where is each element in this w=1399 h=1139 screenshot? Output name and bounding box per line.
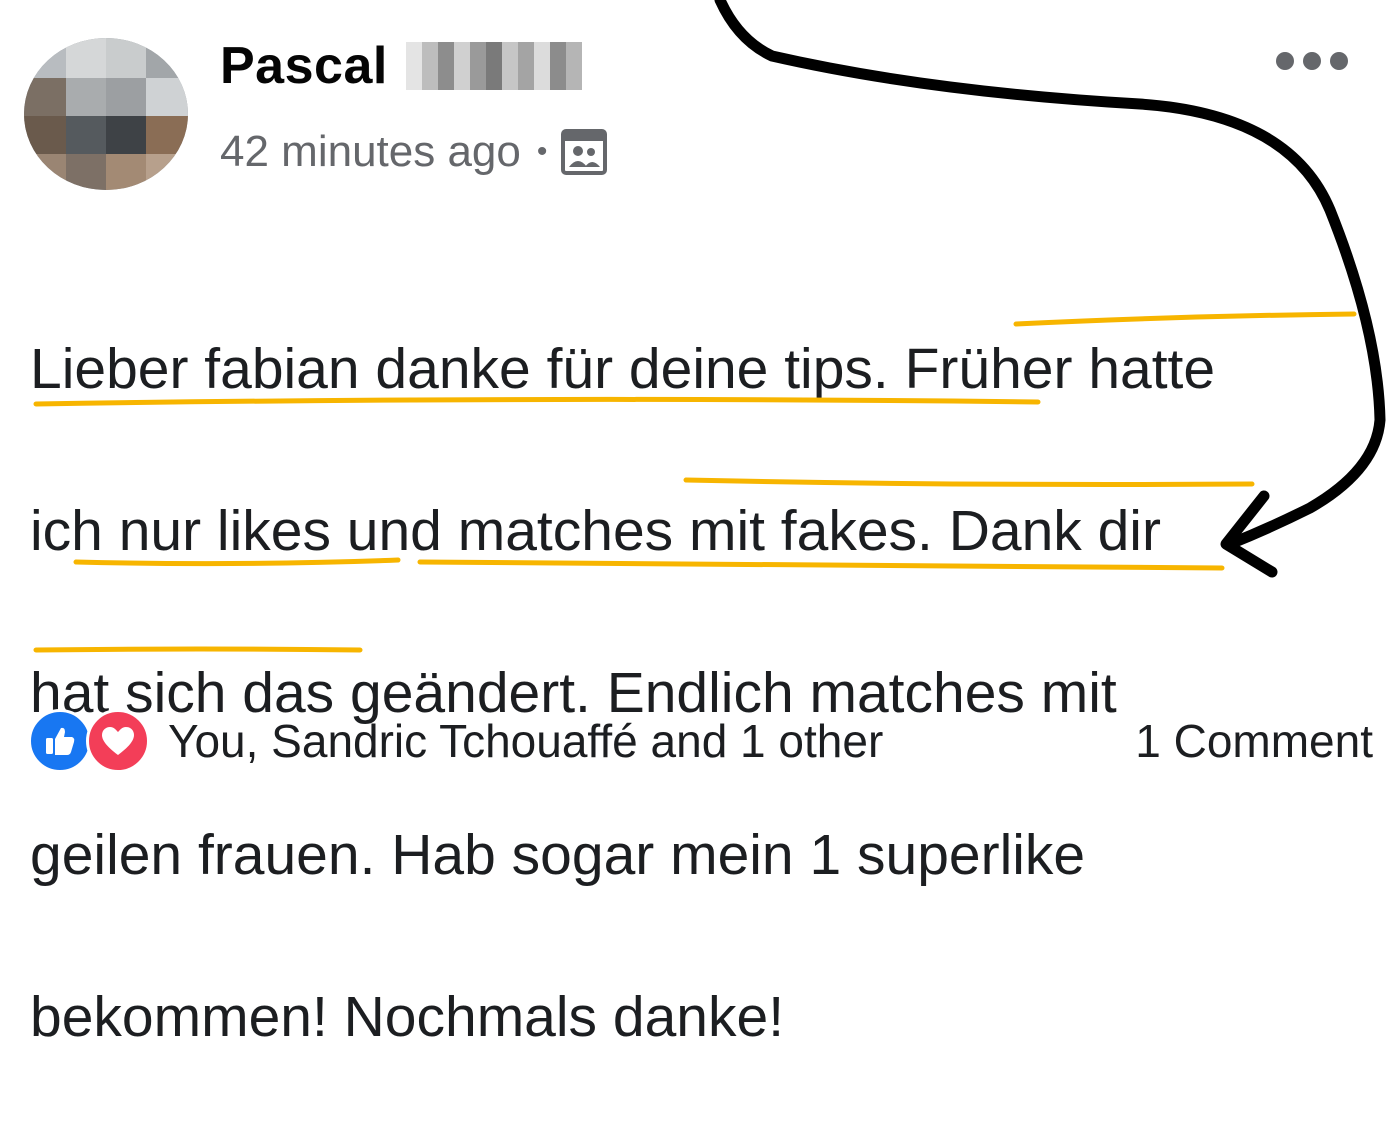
post-text-line: Lieber fabian danke für deine tips. Früh… [30,337,1216,401]
avatar-pixel [106,78,146,116]
post-text-line: ich nur likes und matches mit fakes. Dan… [30,499,1161,563]
post-timestamp[interactable]: 42 minutes ago [220,127,521,177]
avatar-pixel [24,116,66,154]
group-audience-icon[interactable] [561,129,608,175]
comment-count[interactable]: 1 Comment [1135,714,1373,768]
avatar-pixel [146,38,188,78]
post-text-line: geilen frauen. Hab sogar mein 1 superlik… [30,823,1086,887]
avatar-pixel [106,38,146,78]
author-avatar[interactable] [24,38,188,190]
reactions-bar: You, Sandric Tchouaffé and 1 other 1 Com… [28,706,1373,776]
post-header: Pascal [220,34,582,98]
more-options-icon[interactable] [1276,46,1348,76]
like-icon [28,709,92,773]
post-text-line: bekommen! Nochmals danke! [30,985,785,1049]
avatar-pixel [24,154,66,190]
avatar-pixel [66,116,106,154]
avatar-pixel [146,116,188,154]
avatar-pixel [146,154,188,190]
avatar-pixel [66,38,106,78]
dot [1330,52,1348,70]
avatar-pixel [106,154,146,190]
avatar-pixel [66,78,106,116]
reaction-summary[interactable]: You, Sandric Tchouaffé and 1 other [168,714,883,768]
redacted-surname [405,39,582,93]
avatar-pixel [24,78,66,116]
post-text: Lieber fabian danke für deine tips. Früh… [30,248,1370,1139]
avatar-pixel [146,78,188,116]
dot [1276,52,1294,70]
reaction-icons[interactable] [28,709,150,773]
author-name[interactable]: Pascal [220,36,388,96]
love-icon [86,709,150,773]
post-meta: 42 minutes ago • [220,124,608,180]
dot [1303,52,1321,70]
avatar-pixel [106,116,146,154]
meta-separator: • [536,135,548,168]
avatar-pixel [66,154,106,190]
avatar-pixel [24,38,66,78]
